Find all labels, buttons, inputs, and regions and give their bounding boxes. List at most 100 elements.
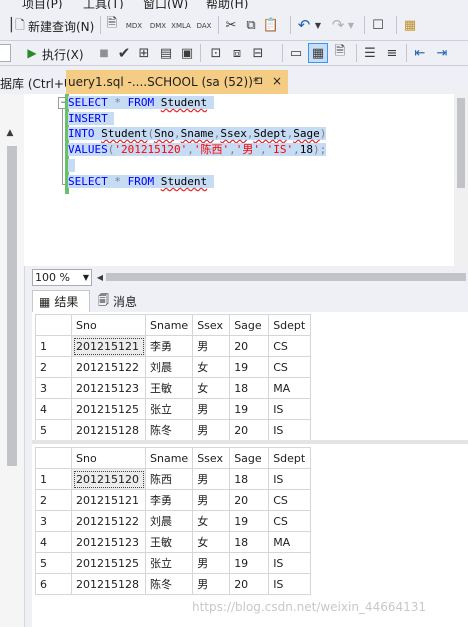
table-row[interactable]: 1 201215120 陈西 男 18 IS <box>35 468 312 490</box>
cell-sdept[interactable]: CS <box>268 356 312 378</box>
close-tab-icon[interactable]: × <box>272 74 282 88</box>
cell-sno[interactable]: 201215123 <box>71 531 146 553</box>
row-number[interactable]: 5 <box>35 552 72 574</box>
intellisense-icon[interactable]: ▣ <box>179 45 195 61</box>
dmx-query-button[interactable]: DMX <box>148 17 168 35</box>
menu-item-project[interactable]: 项目(P) <box>22 0 63 9</box>
table-row[interactable]: 4 201215125 张立 男 19 IS <box>35 398 312 420</box>
column-header[interactable]: Sdept <box>268 314 312 336</box>
cell-sage[interactable]: 18 <box>229 377 270 399</box>
cell-sdept[interactable]: IS <box>268 419 312 441</box>
cell-sno[interactable]: 201215122 <box>71 356 146 378</box>
cell-sage[interactable]: 20 <box>229 335 270 357</box>
cell-ssex[interactable]: 男 <box>192 468 231 490</box>
cell-ssex[interactable]: 女 <box>192 510 231 532</box>
cell-sdept[interactable]: MA <box>268 377 312 399</box>
column-header[interactable]: Ssex <box>192 447 231 469</box>
cell-sdept[interactable]: CS <box>268 335 312 357</box>
tab-results[interactable]: ▦ 结果 <box>32 290 90 312</box>
table-row[interactable]: 5 201215125 张立 男 19 IS <box>35 552 312 574</box>
cell-sname[interactable]: 张立 <box>144 552 194 574</box>
editor-scroll-thumb[interactable] <box>457 98 465 188</box>
cell-sno[interactable]: 201215121 <box>71 489 146 511</box>
table-row[interactable]: 2 201215121 李勇 男 20 CS <box>35 489 312 511</box>
cell-sname[interactable]: 陈冬 <box>144 573 194 595</box>
activity-monitor-icon[interactable]: ▦ <box>402 17 418 33</box>
copy-icon[interactable]: ⧉ <box>243 17 259 33</box>
cell-sdept[interactable]: IS <box>268 573 312 595</box>
column-header[interactable]: Sname <box>144 314 194 336</box>
cell-sname[interactable]: 陈冬 <box>144 419 194 441</box>
uncomment-icon[interactable]: ≡ <box>384 45 400 61</box>
cell-ssex[interactable]: 男 <box>192 552 231 574</box>
cell-ssex[interactable]: 男 <box>192 398 231 420</box>
row-number[interactable]: 1 <box>35 335 72 357</box>
execute-button[interactable]: 执行(X) <box>42 46 84 63</box>
cell-ssex[interactable]: 男 <box>192 489 231 511</box>
cell-ssex[interactable]: 男 <box>192 419 231 441</box>
panel-scrollbar-thumb[interactable] <box>7 146 17 466</box>
row-number[interactable]: 4 <box>35 531 72 553</box>
zoom-select[interactable]: 100 % ▼ <box>32 269 92 286</box>
increase-indent-icon[interactable]: ⇥ <box>434 45 450 61</box>
grid-splitter[interactable] <box>32 440 468 444</box>
stop-icon[interactable]: ■ <box>98 45 110 61</box>
row-number[interactable]: 4 <box>35 398 72 420</box>
column-header[interactable]: Sdept <box>268 447 312 469</box>
cell-sname[interactable]: 王敏 <box>144 377 194 399</box>
cell-sdept[interactable]: MA <box>268 531 312 553</box>
column-header[interactable]: Ssex <box>192 314 231 336</box>
cell-sno[interactable]: 201215123 <box>71 377 146 399</box>
live-stats-icon[interactable]: ⧈ <box>229 45 245 61</box>
cell-sname[interactable]: 李勇 <box>144 335 194 357</box>
cell-sname[interactable]: 陈西 <box>144 468 194 490</box>
cell-sdept[interactable]: IS <box>268 398 312 420</box>
cell-ssex[interactable]: 男 <box>192 573 231 595</box>
client-stats-icon[interactable]: ⊟ <box>250 45 266 61</box>
dax-query-button[interactable]: DAX <box>194 17 214 35</box>
menu-item-help[interactable]: 帮助(H) <box>206 0 248 9</box>
cell-sdept[interactable]: IS <box>268 468 312 490</box>
query-options-icon[interactable]: ▤ <box>158 45 174 61</box>
editor-horizontal-scrollbar[interactable] <box>106 273 466 281</box>
cell-sage[interactable]: 19 <box>229 510 270 532</box>
column-header[interactable]: Sname <box>144 447 194 469</box>
row-number[interactable]: 3 <box>35 510 72 532</box>
new-query-button[interactable]: 新建查询(N) <box>28 18 94 35</box>
cell-sno[interactable]: 201215128 <box>71 573 146 595</box>
include-plan-icon[interactable]: ⊡ <box>208 45 224 61</box>
redo-icon[interactable]: ↷ <box>330 16 346 34</box>
cell-sdept[interactable]: CS <box>268 510 312 532</box>
cell-sage[interactable]: 20 <box>229 573 270 595</box>
column-header[interactable]: Sage <box>229 314 270 336</box>
cell-ssex[interactable]: 女 <box>192 377 231 399</box>
decrease-indent-icon[interactable]: ⇤ <box>412 45 428 61</box>
table-row[interactable]: 3 201215122 刘晨 女 19 CS <box>35 510 312 532</box>
cell-sno[interactable]: 201215121 <box>71 335 146 357</box>
cell-sname[interactable]: 刘晨 <box>144 510 194 532</box>
cell-sname[interactable]: 张立 <box>144 398 194 420</box>
comment-icon[interactable]: ☰ <box>362 45 378 61</box>
row-number[interactable]: 3 <box>35 377 72 399</box>
database-selector[interactable] <box>0 44 11 62</box>
cell-sage[interactable]: 19 <box>229 398 270 420</box>
tab-query-editor[interactable]: uery1.sql -....SCHOOL (sa (52))* ⊐ × <box>66 70 288 94</box>
cell-sname[interactable]: 李勇 <box>144 489 194 511</box>
results-to-text-icon[interactable]: ▭ <box>288 45 304 61</box>
column-header[interactable]: Sno <box>71 314 146 336</box>
cell-sname[interactable]: 刘晨 <box>144 356 194 378</box>
database-query-icon[interactable]: 🗎 <box>104 16 120 33</box>
table-row[interactable]: 1 201215121 李勇 男 20 CS <box>35 335 312 357</box>
column-header[interactable]: Sno <box>71 447 146 469</box>
cell-sage[interactable]: 18 <box>229 468 270 490</box>
cell-sno[interactable]: 201215125 <box>71 398 146 420</box>
cell-sno[interactable]: 201215128 <box>71 419 146 441</box>
panel-scroll-up-icon[interactable]: ▲ <box>4 126 16 140</box>
cell-sage[interactable]: 19 <box>229 356 270 378</box>
table-row[interactable]: 4 201215123 王敏 女 18 MA <box>35 531 312 553</box>
cut-icon[interactable]: ✂ <box>223 17 239 33</box>
cell-sno[interactable]: 201215125 <box>71 552 146 574</box>
redo-dropdown-icon[interactable]: ▼ <box>347 18 355 32</box>
cell-sdept[interactable]: CS <box>268 489 312 511</box>
editor-vertical-scrollbar[interactable] <box>454 94 468 266</box>
